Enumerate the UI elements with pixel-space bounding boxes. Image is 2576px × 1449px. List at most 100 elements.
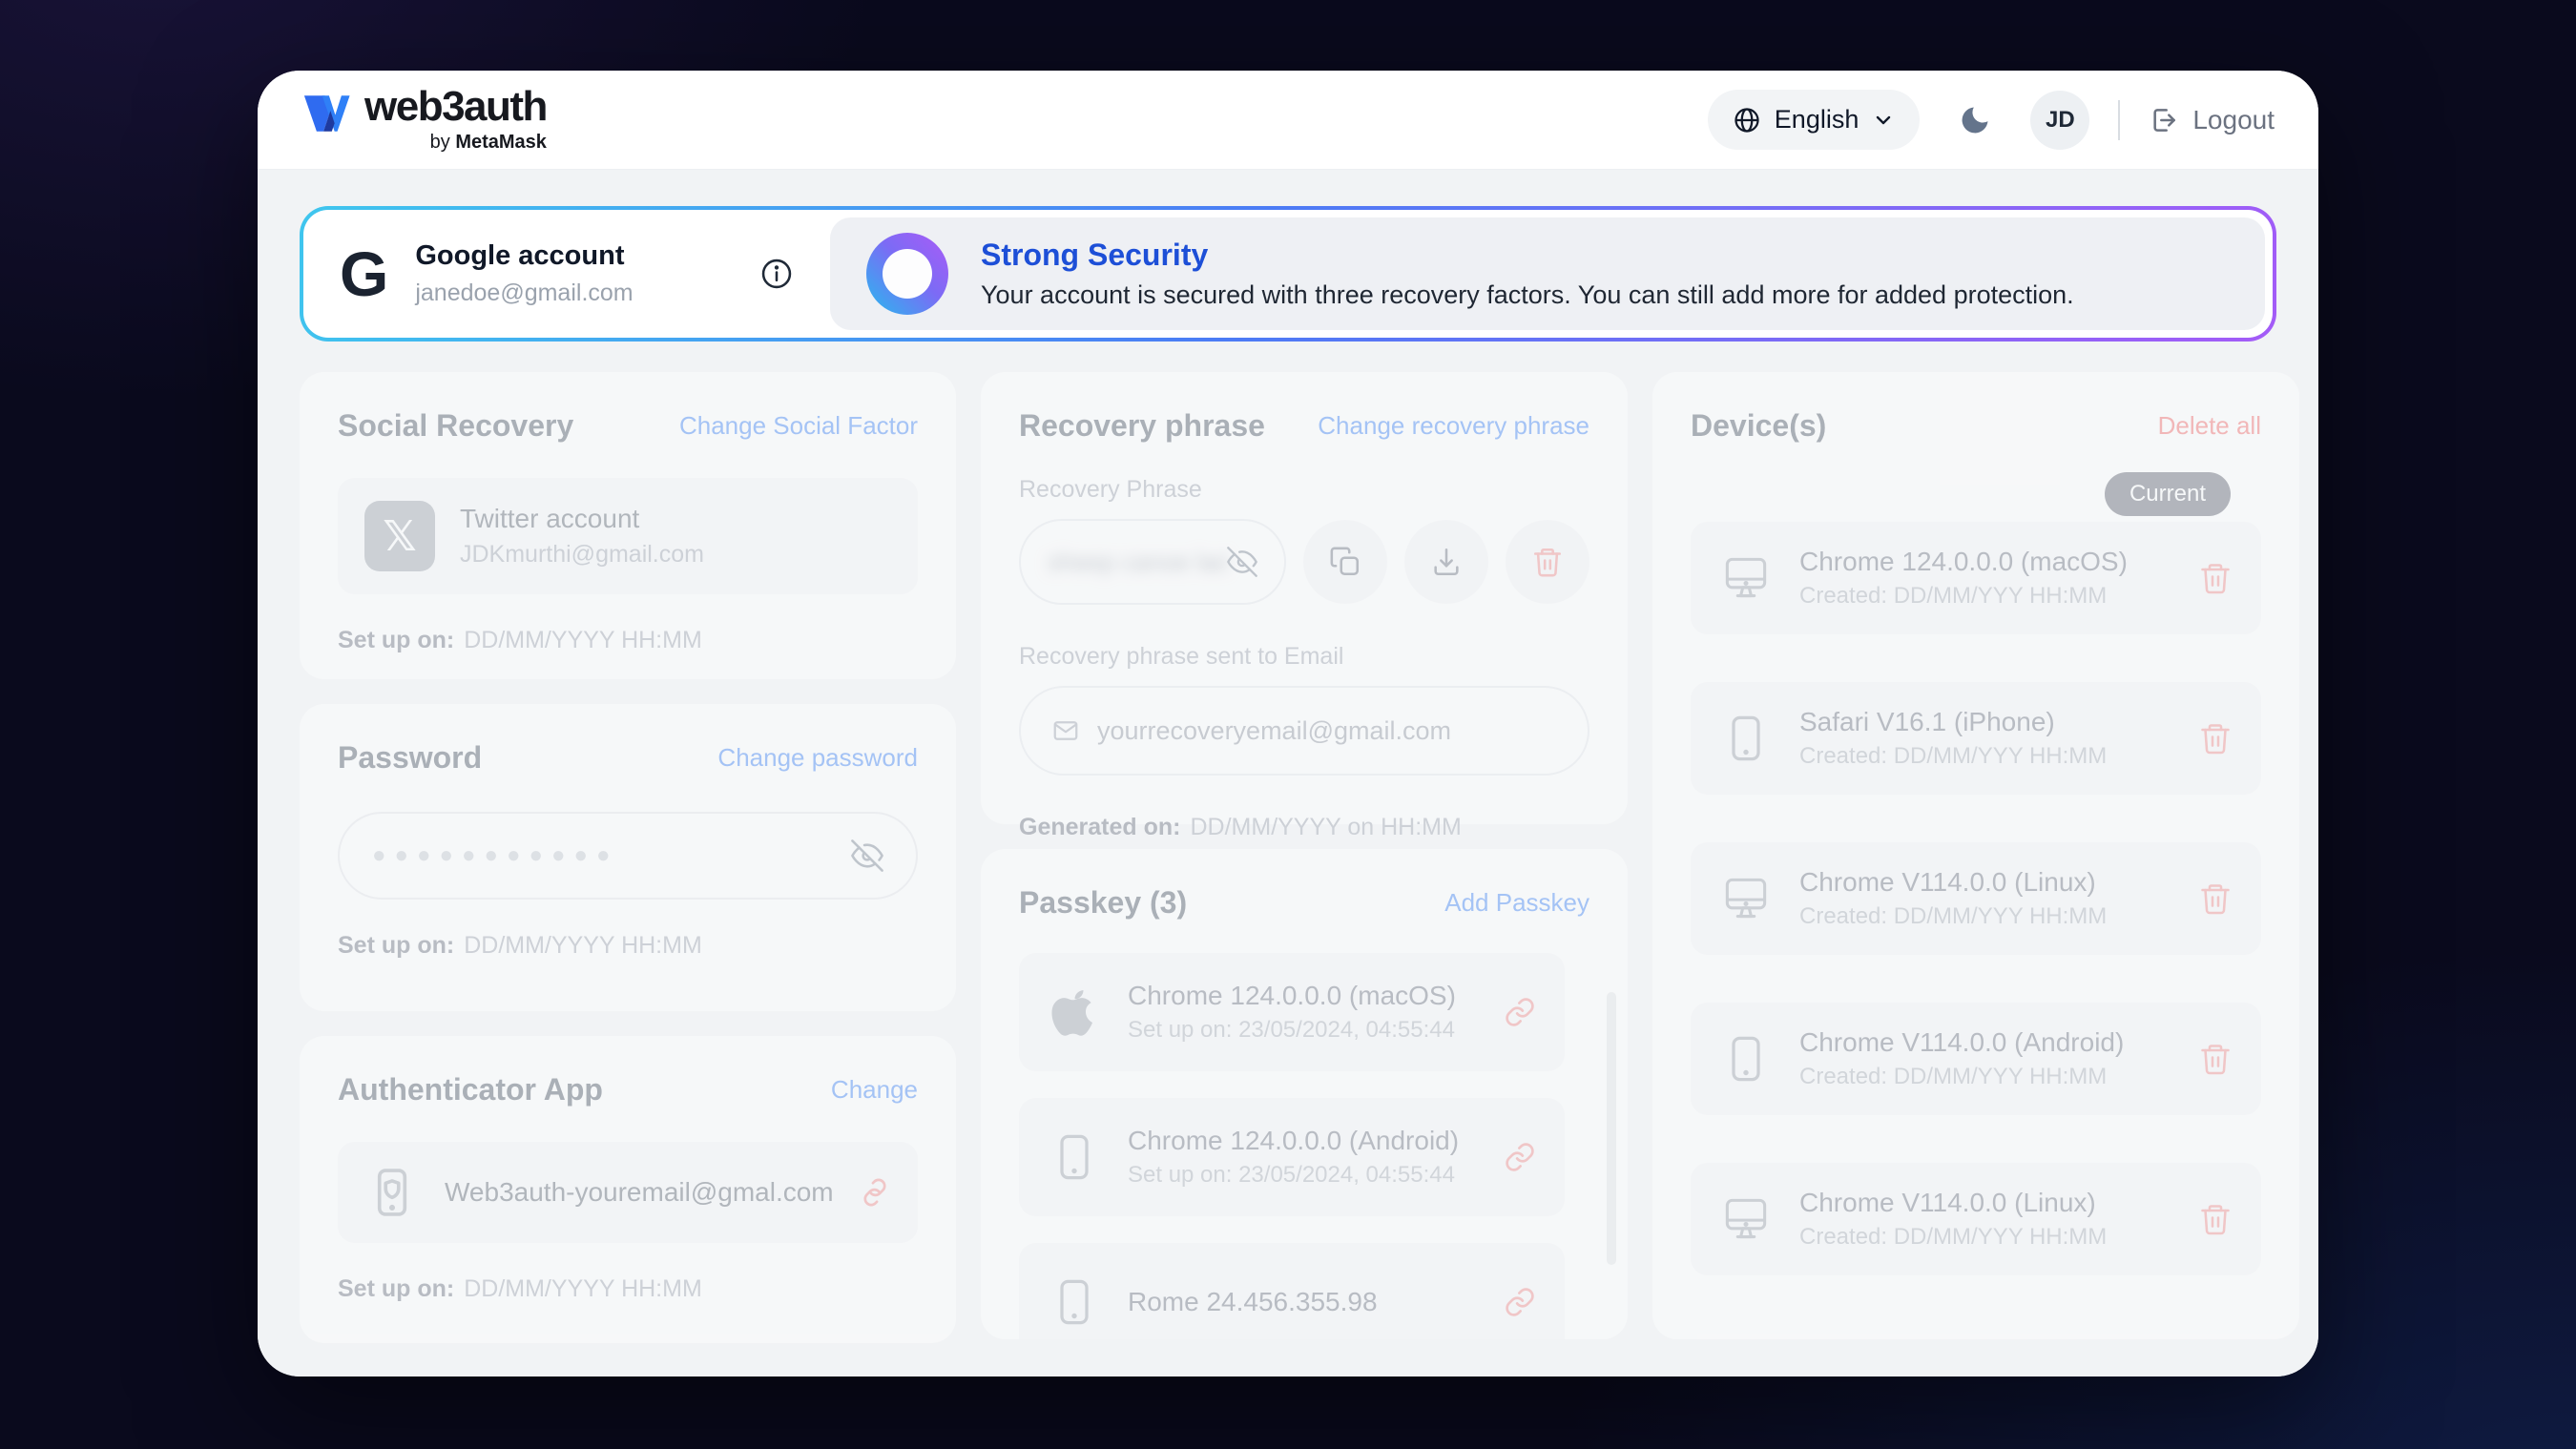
device-row: Safari V16.1 (iPhone) Created: DD/MM/YYY… bbox=[1691, 682, 2261, 795]
passkey-scrollbar[interactable] bbox=[1607, 992, 1616, 1265]
copy-icon bbox=[1329, 546, 1361, 578]
mail-icon bbox=[1051, 716, 1080, 745]
login-account-section: G Google account janedoe@gmail.com bbox=[303, 210, 830, 338]
phone-icon bbox=[1725, 714, 1767, 763]
language-label: English bbox=[1775, 105, 1859, 135]
toggle-password-visibility-button[interactable] bbox=[851, 839, 883, 872]
passkey-list: Chrome 124.0.0.0 (macOS) Set up on: 23/0… bbox=[1019, 953, 1589, 1339]
devices-card: Device(s) Delete all Current bbox=[1652, 372, 2299, 1339]
recovery-phrase-label: Recovery Phrase bbox=[1019, 476, 1589, 504]
current-device-badge: Current bbox=[2105, 472, 2231, 516]
delete-device-button[interactable] bbox=[2198, 881, 2233, 916]
dark-mode-toggle[interactable] bbox=[1958, 103, 1992, 137]
trash-icon bbox=[2198, 1042, 2233, 1076]
brand-logo: web3auth by MetaMask bbox=[301, 86, 547, 154]
device-row: Chrome 124.0.0.0 (macOS) Created: DD/MM/… bbox=[1691, 522, 2261, 634]
device-row: Chrome V114.0.0 (Linux) Created: DD/MM/Y… bbox=[1691, 842, 2261, 955]
card-title: Device(s) bbox=[1691, 408, 1826, 444]
language-selector[interactable]: English bbox=[1708, 90, 1921, 150]
setup-on-line: Set up on:DD/MM/YYYY HH:MM bbox=[338, 1275, 918, 1303]
card-title: Authenticator App bbox=[338, 1072, 603, 1107]
page-body: G Google account janedoe@gmail.com Stron… bbox=[258, 170, 2318, 1377]
trash-icon bbox=[1531, 546, 1564, 578]
header-divider bbox=[2118, 100, 2120, 140]
change-recovery-phrase-link[interactable]: Change recovery phrase bbox=[1318, 411, 1589, 441]
password-field[interactable]: ●●●●●●●●●●● bbox=[338, 812, 918, 900]
security-ring-icon bbox=[866, 233, 948, 315]
factor-email: JDKmurthi@gmail.com bbox=[460, 541, 704, 569]
passkey-row: Chrome 124.0.0.0 (Android) Set up on: 23… bbox=[1019, 1098, 1565, 1216]
recovery-phrase-field[interactable]: sheep canoe ladder mo bbox=[1019, 519, 1286, 605]
apple-icon bbox=[1049, 987, 1099, 1037]
security-status-description: Your account is secured with three recov… bbox=[981, 280, 2074, 310]
chevron-down-icon bbox=[1872, 109, 1895, 132]
delete-device-button[interactable] bbox=[2198, 721, 2233, 756]
card-title: Social Recovery bbox=[338, 408, 573, 444]
authenticator-card: Authenticator App Change Web3auth-yourem… bbox=[300, 1036, 956, 1343]
factors-grid: Social Recovery Change Social Factor 𝕏 T… bbox=[300, 372, 2276, 1343]
logout-button[interactable]: Logout bbox=[2149, 105, 2275, 135]
account-email: janedoe@gmail.com bbox=[415, 279, 633, 307]
x-twitter-icon: 𝕏 bbox=[364, 501, 435, 571]
passkey-row: Rome 24.456.355.98 bbox=[1019, 1243, 1565, 1339]
logout-label: Logout bbox=[2192, 105, 2275, 135]
card-title: Passkey (3) bbox=[1019, 885, 1187, 921]
change-authenticator-link[interactable]: Change bbox=[831, 1075, 918, 1105]
phone-shield-icon bbox=[364, 1165, 420, 1220]
copy-phrase-button[interactable] bbox=[1303, 520, 1387, 604]
toggle-phrase-visibility-button[interactable] bbox=[1227, 547, 1257, 577]
recovery-email-field[interactable]: yourrecoveryemail@gmail.com bbox=[1019, 686, 1589, 776]
link-icon bbox=[1504, 1141, 1536, 1173]
authenticator-row: Web3auth-youremail@gmal.com bbox=[338, 1142, 918, 1243]
security-status-section: Strong Security Your account is secured … bbox=[830, 217, 2265, 330]
delete-all-devices-link[interactable]: Delete all bbox=[2158, 411, 2261, 441]
setup-on-line: Set up on:DD/MM/YYYY HH:MM bbox=[338, 627, 918, 654]
eye-off-icon bbox=[851, 839, 883, 872]
device-row: Chrome V114.0.0 (Linux) Created: DD/MM/Y… bbox=[1691, 1163, 2261, 1275]
moon-icon bbox=[1958, 103, 1992, 137]
device-list: Current Chrome 124.0.0.0 (macOS) Crea bbox=[1691, 522, 2261, 1275]
download-phrase-button[interactable] bbox=[1404, 520, 1488, 604]
unlink-authenticator-button[interactable] bbox=[859, 1176, 891, 1209]
delete-device-button[interactable] bbox=[2198, 561, 2233, 595]
security-status-title: Strong Security bbox=[981, 238, 2074, 273]
passkey-row: Chrome 124.0.0.0 (macOS) Set up on: 23/0… bbox=[1019, 953, 1565, 1071]
passkey-link-button[interactable] bbox=[1504, 1286, 1536, 1318]
password-masked-value: ●●●●●●●●●●● bbox=[372, 842, 618, 869]
card-title: Password bbox=[338, 740, 482, 776]
delete-device-button[interactable] bbox=[2198, 1042, 2233, 1076]
passkey-link-button[interactable] bbox=[1504, 1141, 1536, 1173]
link-broken-icon bbox=[859, 1176, 891, 1209]
add-passkey-link[interactable]: Add Passkey bbox=[1444, 888, 1589, 918]
setup-on-line: Set up on:DD/MM/YYYY HH:MM bbox=[338, 932, 918, 960]
brand-name: web3auth bbox=[364, 86, 547, 128]
passkey-link-button[interactable] bbox=[1504, 996, 1536, 1028]
app-header: web3auth by MetaMask English bbox=[258, 71, 2318, 170]
delete-phrase-button[interactable] bbox=[1506, 520, 1589, 604]
link-icon bbox=[1504, 996, 1536, 1028]
card-title: Recovery phrase bbox=[1019, 408, 1265, 444]
trash-icon bbox=[2198, 561, 2233, 595]
logout-icon bbox=[2149, 105, 2179, 135]
twitter-factor-row: 𝕏 Twitter account JDKmurthi@gmail.com bbox=[338, 478, 918, 594]
avatar[interactable]: JD bbox=[2030, 91, 2089, 150]
account-info-button[interactable] bbox=[759, 257, 794, 291]
recovery-phrase-hidden-value: sheep canoe ladder mo bbox=[1048, 548, 1227, 577]
phone-icon bbox=[1053, 1277, 1095, 1327]
link-icon bbox=[1504, 1286, 1536, 1318]
brand-subtitle: by MetaMask bbox=[430, 132, 547, 154]
phone-icon bbox=[1725, 1034, 1767, 1084]
trash-icon bbox=[2198, 721, 2233, 756]
desktop-icon bbox=[1720, 555, 1772, 601]
passkey-card: Passkey (3) Add Passkey Chrome 124.0.0 bbox=[981, 849, 1628, 1339]
authenticator-account: Web3auth-youremail@gmal.com bbox=[445, 1177, 834, 1208]
change-password-link[interactable]: Change password bbox=[717, 743, 918, 773]
info-icon bbox=[759, 257, 794, 291]
change-social-factor-link[interactable]: Change Social Factor bbox=[679, 411, 918, 441]
generated-on-line: Generated on:DD/MM/YYYY on HH:MM bbox=[1019, 814, 1589, 841]
google-icon: G bbox=[340, 242, 386, 305]
delete-device-button[interactable] bbox=[2198, 1202, 2233, 1236]
social-recovery-card: Social Recovery Change Social Factor 𝕏 T… bbox=[300, 372, 956, 679]
trash-icon bbox=[2198, 881, 2233, 916]
desktop-icon bbox=[1720, 1196, 1772, 1242]
